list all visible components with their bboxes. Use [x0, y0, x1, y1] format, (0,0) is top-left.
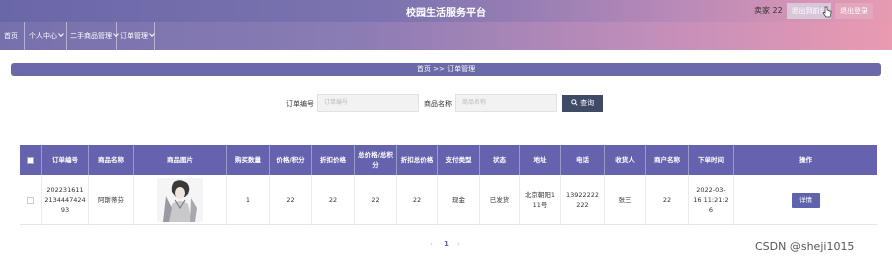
col-header: 价格/积分	[270, 145, 312, 175]
detail-button[interactable]: 详情	[791, 192, 820, 208]
col-header: 购买数量	[227, 145, 270, 175]
col-header: 折扣价格	[312, 145, 355, 175]
total-cell: 22	[355, 175, 397, 225]
breadcrumb: 首页 >> 订单管理	[11, 63, 881, 76]
table-header: 订单编号 商品名称 商品图片 购买数量 价格/积分 折扣价格 总价格/总积分 折…	[20, 145, 877, 175]
nav-item-home[interactable]: 首页	[4, 22, 18, 50]
order-no-input[interactable]: 订单编号	[317, 94, 419, 112]
product-name-cell: 阿斯蒂芬	[89, 175, 134, 225]
prev-page-button[interactable]: ‹	[430, 240, 433, 248]
col-header: 操作	[799, 156, 812, 164]
product-name-label: 商品名称	[424, 100, 452, 108]
order-no-cell: 202231611 2134447424 93	[42, 175, 89, 225]
discount-price-cell: 22	[312, 175, 355, 225]
chevron-down-icon	[58, 31, 64, 37]
nav-item-secondhand-goods[interactable]: 二手商品管理	[70, 22, 119, 50]
quantity-cell: 1	[227, 175, 270, 225]
price-cell: 22	[270, 175, 312, 225]
phone-cell: 13922222 222	[561, 175, 605, 225]
nav-item-order-management[interactable]: 订单管理	[120, 22, 155, 50]
col-header: 状态	[480, 145, 520, 175]
top-header: 校园生活服务平台 卖家 22 退出到前台 退出登录	[0, 0, 892, 22]
page: 校园生活服务平台 卖家 22 退出到前台 退出登录 首页 个人中心 二手商品管理…	[0, 0, 892, 264]
logout-button[interactable]: 退出登录	[835, 3, 873, 19]
address-cell: 北京朝阳1 11号	[520, 175, 561, 225]
col-header: 电话	[561, 145, 605, 175]
seller-name: 卖家 22	[754, 6, 783, 15]
row-select-cell	[20, 175, 42, 225]
receiver-cell: 张三	[605, 175, 646, 225]
watermark-text: CSDN @sheji1015	[755, 240, 855, 253]
row-checkbox[interactable]	[27, 196, 34, 204]
order-no-label: 订单编号	[286, 100, 314, 108]
page-number-current[interactable]: 1	[444, 240, 449, 248]
hand-cursor-icon	[822, 6, 832, 18]
search-button[interactable]: 查询	[562, 95, 603, 112]
search-icon	[571, 99, 578, 106]
status-cell: 已发货	[480, 175, 520, 225]
col-header: 收货人	[605, 145, 646, 175]
product-name-input[interactable]: 商品名称	[455, 94, 557, 112]
col-header: 订单编号	[42, 145, 89, 175]
col-header: 总价格/总积分	[355, 145, 397, 175]
nav-bar: 首页 个人中心 二手商品管理 订单管理	[0, 22, 892, 50]
next-page-button[interactable]: ›	[457, 240, 460, 248]
discount-total-cell: 22	[397, 175, 438, 225]
col-header: 商户名称	[646, 145, 689, 175]
col-header: 支付类型	[438, 145, 480, 175]
col-header: 折扣总价格	[397, 145, 438, 175]
order-time-cell: 2022-03- 16 11:21:2 6	[689, 175, 734, 225]
select-all-cell	[20, 145, 42, 175]
action-cell: 详情	[734, 175, 877, 225]
table-row: 202231611 2134447424 93 阿斯蒂芬 1 22 22 22 …	[20, 175, 877, 225]
pay-type-cell: 现金	[438, 175, 480, 225]
nav-divider	[116, 22, 117, 50]
select-all-checkbox[interactable]	[27, 156, 34, 164]
col-header: 商品名称	[89, 145, 134, 175]
product-image-cell	[134, 175, 227, 225]
nav-divider	[66, 22, 67, 50]
merchant-cell: 22	[646, 175, 689, 225]
nav-divider	[154, 22, 155, 50]
col-header: 下单时间	[689, 145, 734, 175]
col-header: 地址	[520, 145, 561, 175]
nav-divider	[24, 22, 25, 50]
col-header: 商品图片	[134, 145, 227, 175]
product-image	[157, 178, 203, 222]
nav-item-personal-center[interactable]: 个人中心	[29, 22, 64, 50]
